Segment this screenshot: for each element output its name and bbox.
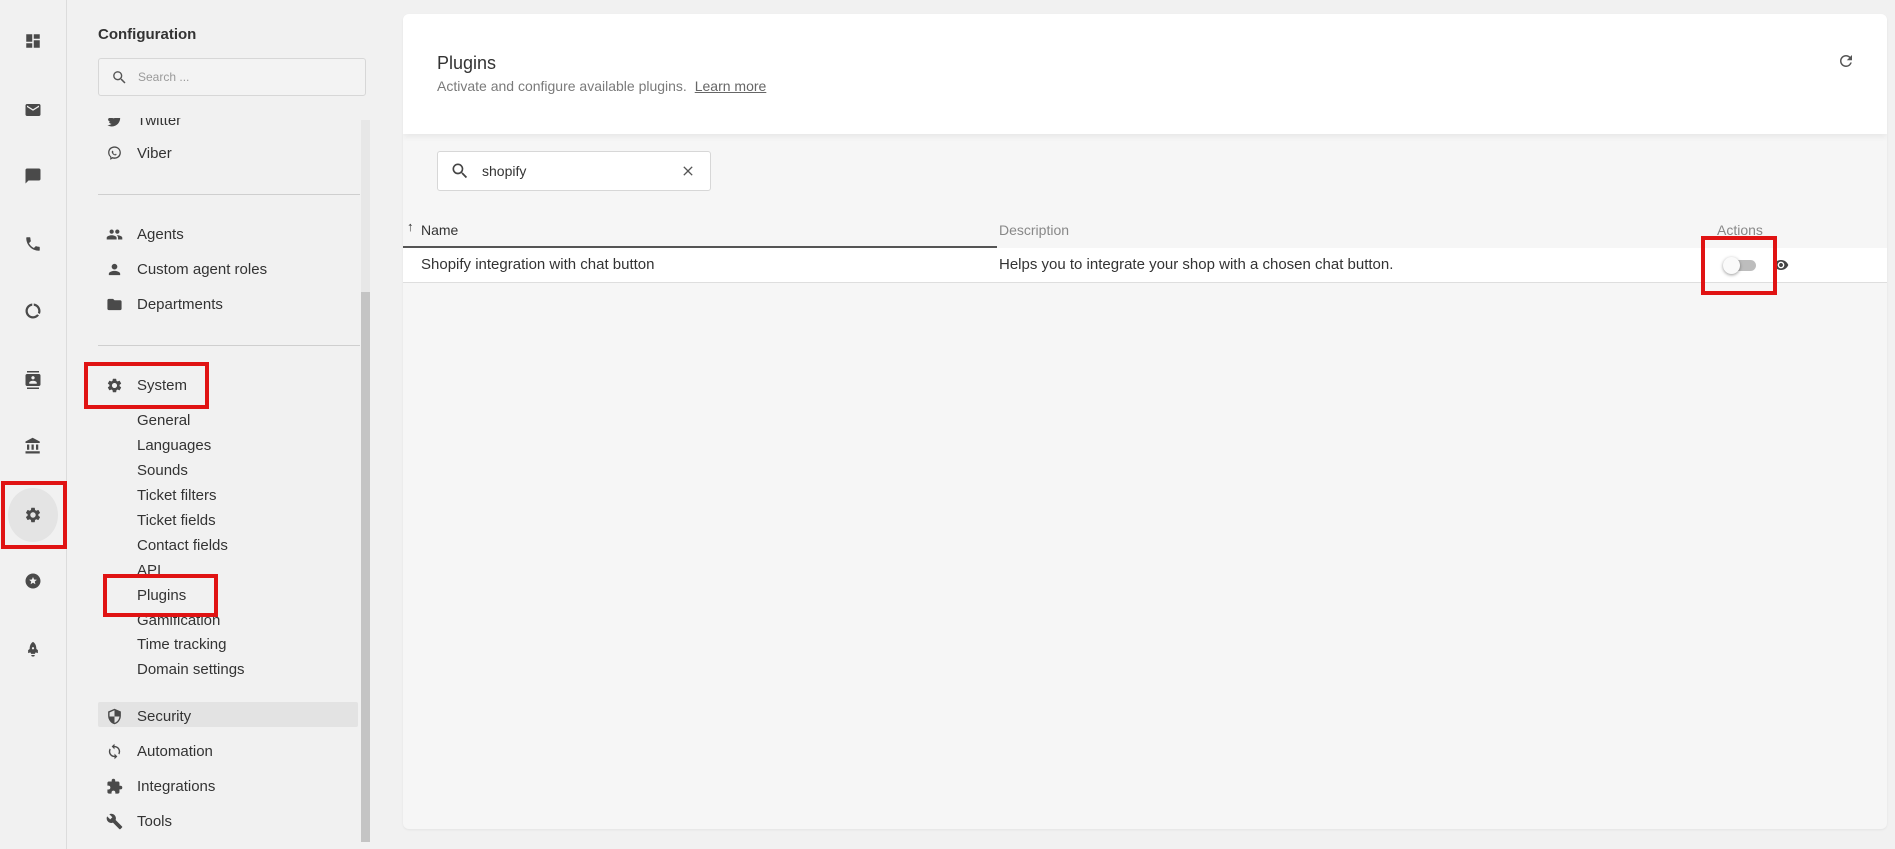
view-plugin-button[interactable] (1773, 257, 1789, 273)
sidebar-search-input[interactable] (136, 69, 360, 85)
sidebar-item-agents[interactable]: Agents (98, 219, 184, 249)
page-title: Plugins (437, 53, 497, 73)
puzzle-icon (107, 778, 123, 794)
main-panel: Plugins Activate and configure available… (403, 14, 1887, 829)
rail-knowledgebase[interactable] (0, 423, 66, 469)
sidebar-item-label: Custom agent roles (137, 260, 268, 278)
sidebar-scrollbar[interactable] (361, 120, 370, 842)
sidebar-sub-api[interactable]: API (137, 558, 161, 583)
sidebar-item-tools[interactable]: Tools (98, 806, 172, 836)
page-header: Plugins Activate and configure available… (403, 14, 1887, 134)
sidebar-item-label: Agents (137, 225, 184, 243)
rail-getting-started[interactable] (0, 626, 66, 672)
table-row[interactable]: Shopify integration with chat button Hel… (403, 248, 1887, 283)
sidebar-sub-plugins[interactable]: Plugins (137, 583, 186, 608)
wrench-icon (106, 813, 123, 829)
page-subtitle-text: Activate and configure available plugins… (437, 78, 687, 94)
dashboard-icon (26, 34, 40, 48)
chat-icon (25, 168, 41, 184)
sidebar-sub-languages[interactable]: Languages (137, 433, 211, 458)
sidebar-item-twitter[interactable]: Twitter (98, 118, 181, 135)
reports-icon (25, 303, 41, 319)
sidebar-item-label: Automation (137, 742, 213, 760)
eye-icon (1773, 260, 1789, 270)
mail-icon (25, 104, 41, 116)
contacts-icon (25, 371, 41, 389)
plugin-enable-toggle[interactable] (1723, 257, 1757, 274)
rail-dashboard[interactable] (0, 18, 66, 64)
twitter-icon (107, 118, 121, 126)
rail-mail[interactable] (0, 87, 66, 133)
sidebar-item-label: Viber (137, 144, 172, 162)
sort-arrow-icon[interactable]: ↑ (407, 219, 414, 234)
sidebar-sub-domain-settings[interactable]: Domain settings (137, 657, 245, 682)
sidebar-item-label: Security (137, 707, 192, 725)
sidebar-sub-general[interactable]: General (137, 408, 190, 433)
plugin-search-input[interactable] (480, 162, 674, 180)
agents-icon (106, 229, 123, 239)
gear-icon (25, 507, 41, 523)
rail-chat[interactable] (0, 153, 66, 199)
configuration-sidebar: Configuration Twitter Viber Agents Custo… (67, 0, 370, 849)
sidebar-item-label: Departments (137, 295, 223, 313)
sidebar-item-viber[interactable]: Viber (98, 138, 172, 168)
plugin-description: Helps you to integrate your shop with a … (999, 256, 1394, 273)
viber-icon (108, 145, 121, 160)
column-header-actions: Actions (1717, 222, 1763, 238)
sidebar-item-system[interactable]: System (98, 370, 187, 400)
rail-configuration[interactable] (0, 488, 66, 542)
sidebar-item-custom-agent-roles[interactable]: Custom agent roles (98, 254, 267, 284)
icon-rail (0, 0, 67, 849)
rail-reports[interactable] (0, 288, 66, 334)
sidebar-item-label: Integrations (137, 777, 216, 795)
sidebar-item-departments[interactable]: Departments (98, 289, 223, 319)
rocket-icon (28, 641, 38, 657)
phone-icon (26, 237, 40, 251)
learn-more-link[interactable]: Learn more (695, 78, 767, 94)
sidebar-sub-ticket-fields[interactable]: Ticket fields (137, 508, 216, 533)
sidebar-sub-ticket-filters[interactable]: Ticket filters (137, 483, 216, 508)
sidebar-item-integrations[interactable]: Integrations (98, 771, 215, 801)
sidebar-divider (98, 194, 360, 195)
refresh-button[interactable] (1835, 50, 1857, 72)
toggle-knob (1723, 257, 1740, 274)
shield-icon (108, 708, 121, 724)
sidebar-divider (98, 345, 360, 346)
page-subtitle: Activate and configure available plugins… (437, 78, 766, 94)
sync-icon (108, 743, 121, 759)
column-header-name[interactable]: Name (421, 220, 458, 240)
person-icon (108, 263, 121, 275)
refresh-icon (1840, 55, 1852, 67)
knowledgebase-icon (25, 437, 40, 454)
column-header-description[interactable]: Description (999, 220, 1069, 240)
search-icon (113, 70, 126, 84)
sidebar-search (98, 58, 366, 96)
rail-gamification[interactable] (0, 558, 66, 604)
sidebar-sub-contact-fields[interactable]: Contact fields (137, 533, 228, 558)
sidebar-sub-sounds[interactable]: Sounds (137, 458, 188, 483)
search-icon (452, 163, 468, 179)
plugin-search (437, 151, 711, 191)
plugin-name: Shopify integration with chat button (421, 256, 655, 273)
gear-icon (107, 378, 122, 392)
sidebar-sub-gamification[interactable]: Gamification (137, 608, 220, 633)
sidebar-scroll-area: Twitter Viber Agents Custom agent roles … (67, 118, 370, 842)
rail-contacts[interactable] (0, 357, 66, 403)
sidebar-item-label: Twitter (137, 118, 182, 129)
sidebar-item-security[interactable]: Security (98, 701, 191, 731)
sidebar-scrollbar-thumb[interactable] (361, 292, 370, 842)
sidebar-item-label: System (137, 376, 188, 394)
star-icon (25, 573, 41, 589)
rail-phone[interactable] (0, 221, 66, 267)
sidebar-sub-time-tracking[interactable]: Time tracking (137, 632, 226, 657)
clear-search-icon[interactable] (680, 163, 696, 179)
sidebar-item-label: Tools (137, 812, 173, 830)
sidebar-title: Configuration (98, 26, 197, 43)
folder-icon (107, 298, 122, 310)
sidebar-item-automation[interactable]: Automation (98, 736, 213, 766)
